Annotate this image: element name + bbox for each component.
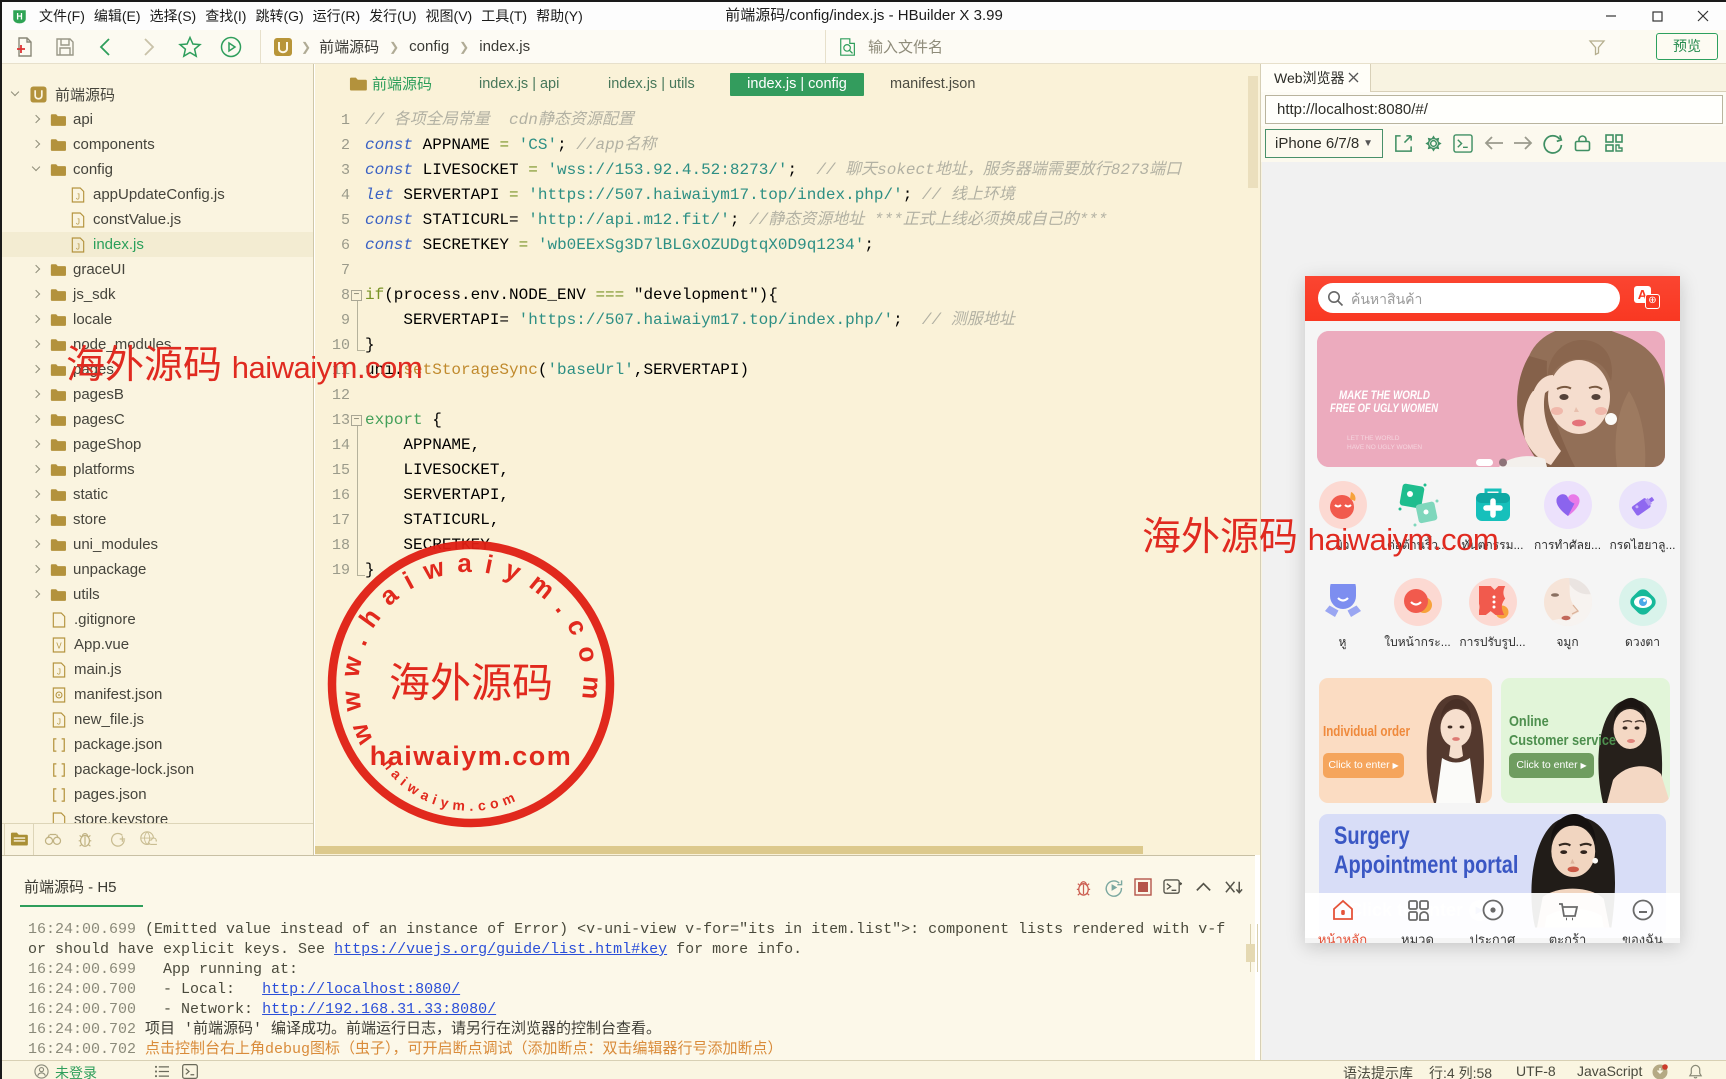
svg-text:FREE OF UGLY WOMEN: FREE OF UGLY WOMEN <box>1330 401 1438 415</box>
svg-text:HAVE NO UGLY WOMEN: HAVE NO UGLY WOMEN <box>1347 444 1422 451</box>
svg-text:MAKE THE WORLD: MAKE THE WORLD <box>1339 388 1430 402</box>
svg-text:海外源码: 海外源码 <box>389 660 553 706</box>
svg-text:LET THE WORLD: LET THE WORLD <box>1347 435 1400 442</box>
